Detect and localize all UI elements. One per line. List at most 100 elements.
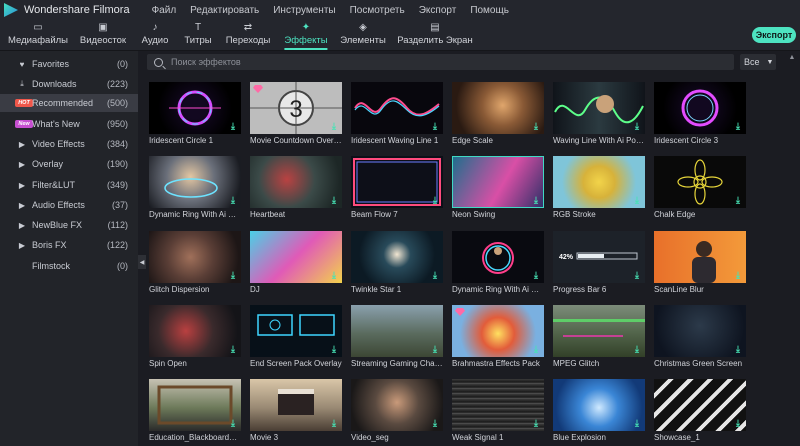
download-icon[interactable]: ⤓ (532, 122, 540, 131)
download-icon[interactable]: ⤓ (532, 345, 540, 354)
effect-card[interactable]: ⤓ Dynamic Ring With Ai Portrait (452, 231, 544, 297)
effect-card[interactable]: ⤓ Video_seg (351, 379, 443, 445)
effect-card[interactable]: ⤓ Edge Scale (452, 82, 544, 148)
sidebar-item-filter-lut[interactable]: ▶ Filter&LUT (349) (0, 176, 138, 194)
menu-view[interactable]: Посмотреть (350, 5, 405, 16)
effect-card[interactable]: 3 ⤓ Movie Countdown Overlay (250, 82, 342, 148)
download-icon[interactable]: ⤓ (229, 196, 237, 205)
sidebar-item-whats-new[interactable]: New What's New (950) (0, 115, 138, 133)
tab-media[interactable]: ▭ Медиафайлы (8, 20, 68, 50)
download-icon[interactable]: ⤓ (229, 345, 237, 354)
effect-card[interactable]: ⤓ Spin Open (149, 305, 241, 371)
effect-card[interactable]: ⤓ Showcase_1 (654, 379, 746, 445)
filter-select[interactable]: Все ▼ (740, 54, 776, 70)
collapse-sidebar-button[interactable]: ◀ (138, 255, 146, 269)
effect-card[interactable]: ⤓ Waving Line With Ai Portrait (553, 82, 645, 148)
menu-help[interactable]: Помощь (470, 5, 509, 16)
download-icon[interactable]: ⤓ (532, 419, 540, 428)
effect-card[interactable]: ⤓ ScanLine Blur (654, 231, 746, 297)
effect-thumbnail: ⤓ (553, 82, 645, 134)
menu-file[interactable]: Файл (152, 5, 177, 16)
download-icon[interactable]: ⤓ (734, 271, 742, 280)
download-icon[interactable]: ⤓ (229, 271, 237, 280)
download-icon[interactable]: ⤓ (532, 196, 540, 205)
effect-card[interactable]: ⤓ Christmas Green Screen (654, 305, 746, 371)
download-icon[interactable]: ⤓ (431, 419, 439, 428)
tab-transitions[interactable]: ⇄ Переходы (226, 20, 271, 50)
download-icon[interactable]: ⤓ (431, 196, 439, 205)
waving-line-graphic (354, 97, 440, 117)
effect-card[interactable]: ⤓ RGB Stroke (553, 156, 645, 222)
sidebar-item-newblue-fx[interactable]: ▶ NewBlue FX (112) (0, 216, 138, 234)
export-button[interactable]: Экспорт (752, 27, 796, 43)
effect-card[interactable]: ⤓ Heartbeat (250, 156, 342, 222)
effect-name: Beam Flow 7 (351, 210, 398, 219)
menu-tools[interactable]: Инструменты (273, 5, 335, 16)
effect-card[interactable]: ⤓ End Screen Pack Overlay (250, 305, 342, 371)
download-icon[interactable]: ⤓ (633, 122, 641, 131)
download-icon[interactable]: ⤓ (431, 345, 439, 354)
effect-card[interactable]: ⤓ Glitch Dispersion (149, 231, 241, 297)
download-icon[interactable]: ⤓ (734, 419, 742, 428)
effect-card[interactable]: ⤓ Education_Blackboard_Pack (149, 379, 241, 445)
effect-card[interactable]: ⤓ Iridescent Waving Line 1 (351, 82, 443, 148)
download-icon[interactable]: ⤓ (734, 345, 742, 354)
effect-card[interactable]: ⤓ Blue Explosion (553, 379, 645, 445)
sidebar-item-overlay[interactable]: ▶ Overlay (190) (0, 155, 138, 173)
effect-card[interactable]: ⤓ Twinkle Star 1 (351, 231, 443, 297)
effect-thumbnail: ⤓ (351, 305, 443, 357)
effect-card[interactable]: ⤓ Streaming Gaming Channel (351, 305, 443, 371)
effect-card[interactable]: ⤓ Weak Signal 1 (452, 379, 544, 445)
sidebar-item-video-effects[interactable]: ▶ Video Effects (384) (0, 135, 138, 153)
effect-card[interactable]: ⤓ MPEG Glitch (553, 305, 645, 371)
effect-card[interactable]: 42% ⤓ Progress Bar 6 (553, 231, 645, 297)
sidebar-item-favorites[interactable]: ♥ Favorites (0) (0, 55, 138, 73)
effect-card[interactable]: ⤓ DJ (250, 231, 342, 297)
effect-card[interactable]: ⤓ Dynamic Ring With Ai Portrait (149, 156, 241, 222)
download-icon[interactable]: ⤓ (734, 196, 742, 205)
download-icon[interactable]: ⤓ (633, 345, 641, 354)
effect-thumbnail: ⤓ (452, 82, 544, 134)
download-icon[interactable]: ⤓ (633, 419, 641, 428)
effect-card[interactable]: ⤓ Chalk Edge (654, 156, 746, 222)
tab-audio[interactable]: ♪ Аудио (142, 20, 169, 50)
download-icon[interactable]: ⤓ (431, 271, 439, 280)
download-icon[interactable]: ⤓ (330, 122, 338, 131)
download-icon[interactable]: ⤓ (229, 122, 237, 131)
sidebar-item-recommended[interactable]: HOT Recommended (500) (0, 94, 138, 112)
download-icon[interactable]: ⤓ (633, 271, 641, 280)
search-input[interactable]: Поиск эффектов (147, 54, 734, 70)
tab-elements[interactable]: ◈ Элементы (340, 20, 386, 50)
effect-thumbnail: ⤓ (553, 305, 645, 357)
download-icon[interactable]: ⤓ (633, 196, 641, 205)
effect-name: Streaming Gaming Channel (351, 359, 443, 368)
sidebar-item-audio-effects[interactable]: ▶ Audio Effects (37) (0, 196, 138, 214)
effect-name: Showcase_1 (654, 433, 700, 442)
sidebar-item-filmstock[interactable]: Filmstock (0) (0, 257, 138, 275)
effect-card[interactable]: ⤓ Movie 3 (250, 379, 342, 445)
download-icon[interactable]: ⤓ (330, 196, 338, 205)
menu-edit[interactable]: Редактировать (190, 5, 259, 16)
sidebar-item-boris-fx[interactable]: ▶ Boris FX (122) (0, 236, 138, 254)
download-icon[interactable]: ⤓ (532, 271, 540, 280)
download-icon[interactable]: ⤓ (330, 419, 338, 428)
effect-card[interactable]: ⤓ Beam Flow 7 (351, 156, 443, 222)
menu-export[interactable]: Экспорт (419, 5, 457, 16)
download-icon[interactable]: ⤓ (330, 345, 338, 354)
effect-thumbnail: ⤓ (452, 379, 544, 431)
tab-effects[interactable]: ✦ Эффекты (284, 20, 328, 50)
download-icon[interactable]: ⤓ (431, 122, 439, 131)
effect-card[interactable]: ⤓ Neon Swing (452, 156, 544, 222)
tab-split-screen[interactable]: ▤ Разделить Экран (397, 20, 472, 50)
effect-card[interactable]: ⤓ Brahmastra Effects Pack (452, 305, 544, 371)
effect-card[interactable]: ⤓ Iridescent Circle 3 (654, 82, 746, 148)
effect-card[interactable]: ⤓ Iridescent Circle 1 (149, 82, 241, 148)
tab-stock-video[interactable]: ▣ Видеосток (80, 20, 126, 50)
tab-titles[interactable]: T Титры (184, 20, 211, 50)
sidebar-item-downloads[interactable]: ⤓ Downloads (223) (0, 75, 138, 93)
music-note-icon: ♪ (152, 22, 158, 33)
download-icon[interactable]: ⤓ (734, 122, 742, 131)
download-icon[interactable]: ⤓ (229, 419, 237, 428)
scroll-up-icon[interactable]: ▲ (788, 54, 796, 64)
download-icon[interactable]: ⤓ (330, 271, 338, 280)
